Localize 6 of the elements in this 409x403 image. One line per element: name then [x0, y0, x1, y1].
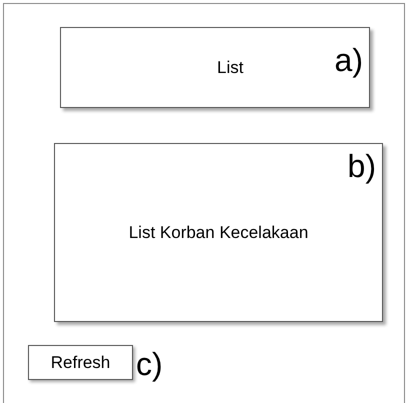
panel-label: a)	[334, 44, 363, 76]
panel-label: b)	[348, 150, 376, 182]
panel-title: List	[217, 56, 244, 79]
refresh-button[interactable]: Refresh	[28, 345, 133, 380]
panel-title: List Korban Kecelakaan	[128, 222, 308, 244]
button-label: c)	[136, 348, 163, 380]
